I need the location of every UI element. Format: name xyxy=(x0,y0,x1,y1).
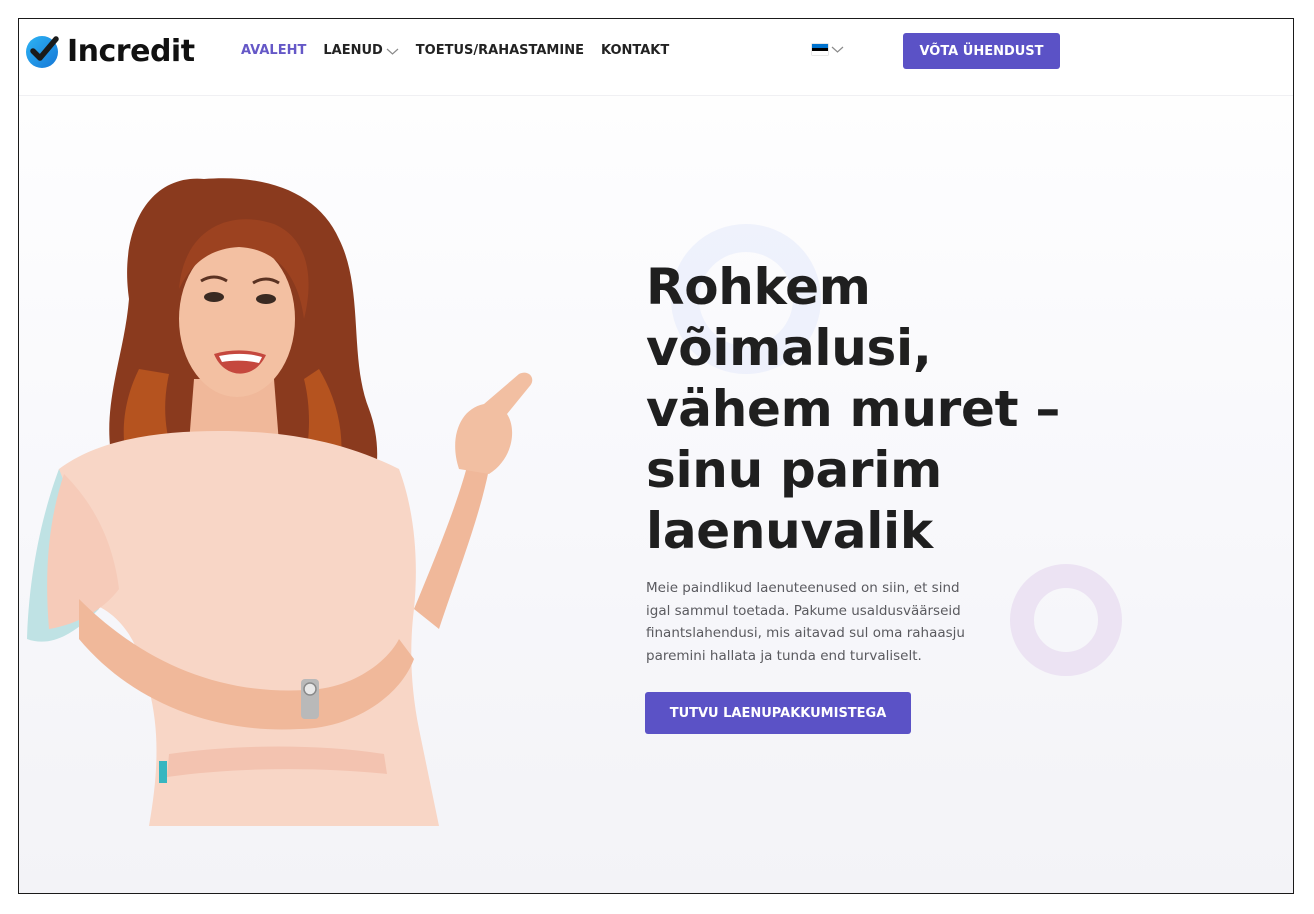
chevron-down-icon xyxy=(831,46,844,53)
nav-item-label: AVALEHT xyxy=(241,43,307,58)
language-selector[interactable] xyxy=(812,44,844,56)
description-line: Meie paindlikud laenuteenused on siin, e… xyxy=(646,580,960,596)
logo[interactable]: Incredit xyxy=(25,31,195,71)
headline-line: Rohkem xyxy=(646,258,871,316)
nav-item-laenud[interactable]: LAENUD xyxy=(323,42,399,60)
nav-item-label: KONTAKT xyxy=(600,43,670,58)
nav-item-toetus-rahastamine[interactable]: TOETUS/RAHASTAMINE xyxy=(416,42,584,60)
hero-headline: Rohkem võimalusi, vähem muret – sinu par… xyxy=(646,257,1076,562)
checkmark-logo-icon xyxy=(26,36,59,68)
contact-button[interactable]: VÕTA ÜHENDUST xyxy=(903,33,1060,69)
nav-item-kontakt[interactable]: KONTAKT xyxy=(601,42,669,60)
logo-text: Incredit xyxy=(67,33,195,69)
hero-description: Meie paindlikud laenuteenused on siin, e… xyxy=(646,577,991,667)
description-line: finantslahendusi, mis aitavad sul oma ra… xyxy=(646,625,965,641)
headline-line: sinu parim xyxy=(646,441,942,499)
description-line: igal sammul toetada. Pakume usaldusväärs… xyxy=(646,602,961,619)
description-line: paremini hallata ja tunda end turvalisel… xyxy=(646,647,922,664)
chevron-down-icon xyxy=(386,48,399,55)
site-header: Incredit AVALEHT LAENUD TOETUS/RAHASTAMI… xyxy=(19,19,1293,96)
nav-item-label: LAENUD xyxy=(323,43,383,58)
estonia-flag-icon xyxy=(812,44,828,56)
hero-woman-pointing-image xyxy=(27,178,533,826)
nav-item-avaleht[interactable]: AVALEHT xyxy=(241,42,306,60)
headline-line: võimalusi, xyxy=(646,319,932,377)
page: Incredit AVALEHT LAENUD TOETUS/RAHASTAMI… xyxy=(18,18,1294,894)
headline-line: vähem muret – xyxy=(646,380,1061,438)
nav-item-label: TOETUS/RAHASTAMINE xyxy=(415,43,584,58)
explore-loan-offers-button[interactable]: TUTVU LAENUPAKKUMISTEGA xyxy=(645,692,911,734)
headline-line: laenuvalik xyxy=(646,502,933,560)
decorative-ring xyxy=(1010,564,1122,676)
main-nav: AVALEHT LAENUD TOETUS/RAHASTAMINE KONTAK… xyxy=(241,42,669,60)
